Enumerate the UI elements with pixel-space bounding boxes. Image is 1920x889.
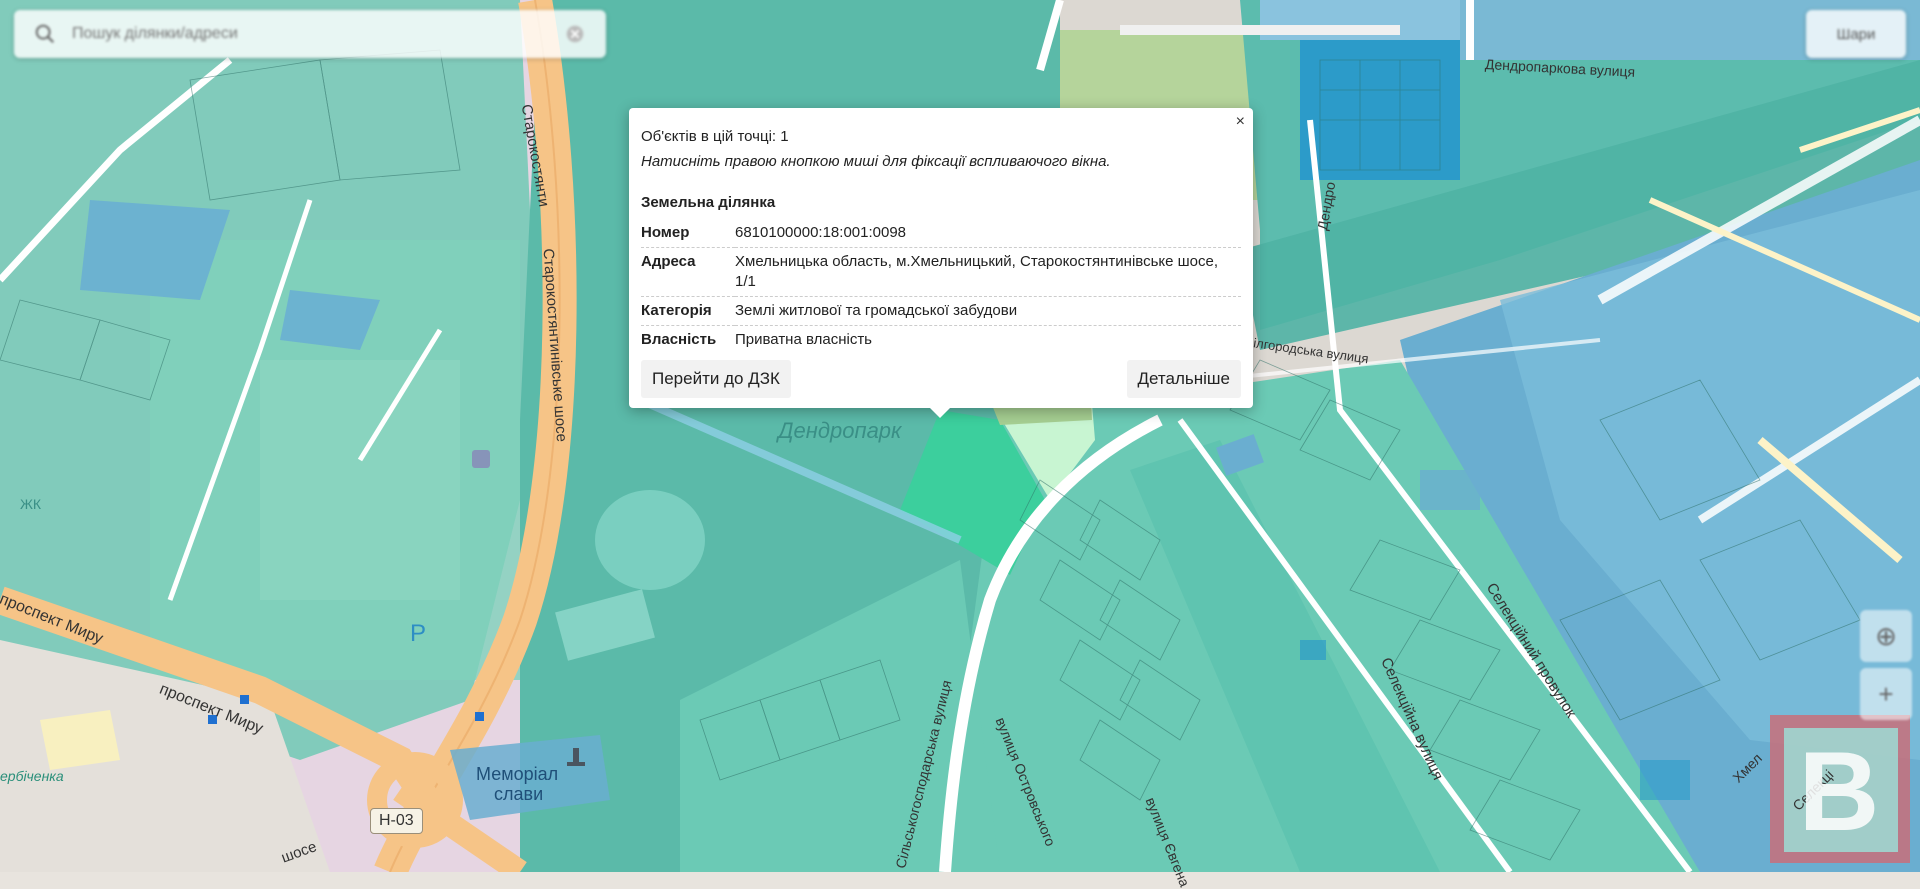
park-label-dendropark: Дендропарк xyxy=(778,418,902,443)
attr-key: Власність xyxy=(641,331,717,348)
search-icon[interactable] xyxy=(34,23,56,45)
monument-icon xyxy=(567,748,585,766)
parcel-attributes-table: Номер 6810100000:18:001:0098 Адреса Хмел… xyxy=(641,219,1241,354)
goto-dzk-button[interactable]: Перейти до ДЗК xyxy=(641,360,791,398)
attr-value: Землі житлової та громадської забудови xyxy=(735,296,1241,326)
attr-value: 6810100000:18:001:0098 xyxy=(735,219,1241,248)
popup-pointer xyxy=(928,406,952,418)
site-logo: B xyxy=(1768,712,1910,862)
locate-button[interactable]: ⊕ xyxy=(1860,610,1912,662)
label-herbichenka: ербіченка xyxy=(0,768,64,784)
table-row: Номер 6810100000:18:001:0098 xyxy=(641,219,1241,248)
parcel-info-popup: × Об'єктів в цій точці: 1 Натисніть прав… xyxy=(629,108,1253,408)
attr-key: Адреса xyxy=(641,247,735,297)
layers-button[interactable]: Шари xyxy=(1806,10,1906,58)
table-row: Адреса Хмельницька область, м.Хмельницьк… xyxy=(641,247,1241,297)
popup-hint: Натисніть правою кнопкою миші для фіксац… xyxy=(641,153,1111,170)
table-row: Категорія Землі житлової та громадської … xyxy=(641,296,1241,326)
locate-icon: ⊕ xyxy=(1875,620,1897,651)
attr-value: Приватна власність xyxy=(735,331,872,348)
layers-button-label: Шари xyxy=(1836,25,1876,43)
poi-label-memorial-2: слави xyxy=(494,784,544,804)
poi-label-memorial-1: Меморіал xyxy=(476,764,559,784)
attr-key: Категорія xyxy=(641,296,735,326)
table-row: Власність Приватна власність xyxy=(641,326,1241,355)
attr-value: Хмельницька область, м.Хмельницький, Ста… xyxy=(735,247,1241,297)
logo-letter: B xyxy=(1799,729,1880,854)
attr-key: Номер xyxy=(641,219,735,248)
search-input[interactable] xyxy=(70,24,564,44)
details-button[interactable]: Детальніше xyxy=(1126,360,1241,398)
road-shield-h03: Н-03 xyxy=(370,808,423,834)
search-bar[interactable] xyxy=(14,10,606,58)
close-icon[interactable]: × xyxy=(1236,114,1245,130)
objects-count: Об'єктів в цій точці: 1 xyxy=(641,128,789,145)
filter-icon[interactable] xyxy=(564,23,586,45)
object-type-heading: Земельна ділянка xyxy=(641,194,776,211)
zoom-in-icon: + xyxy=(1878,678,1894,709)
parking-icon: P xyxy=(410,620,427,647)
label-zhk: ЖК xyxy=(20,496,42,512)
